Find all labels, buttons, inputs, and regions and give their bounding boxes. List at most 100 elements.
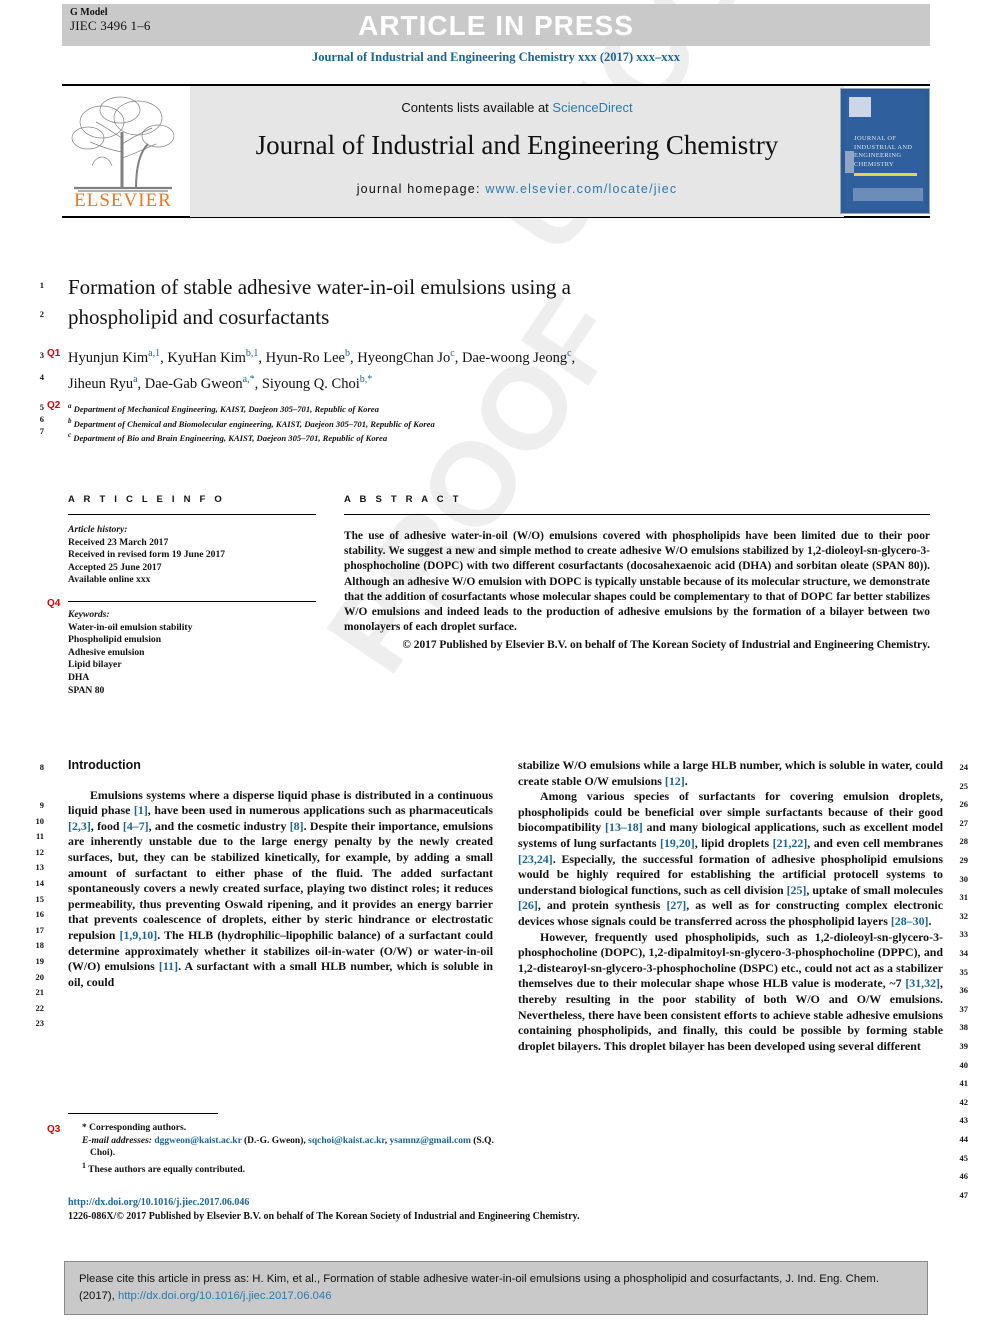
homepage-prefix: journal homepage: xyxy=(356,182,486,196)
sciencedirect-link[interactable]: ScienceDirect xyxy=(552,100,632,115)
paragraph: stabilize W/O emulsions while a large HL… xyxy=(518,758,943,788)
abstract-section: A B S T R A C T The use of adhesive wate… xyxy=(344,494,930,654)
affiliation-c: c Department of Bio and Brain Engineerin… xyxy=(68,431,388,444)
cite-this-article-box: Please cite this article in press as: H.… xyxy=(64,1261,928,1315)
article-page: UNCORRECTED PROOF ARTICLE IN PRESS G Mod… xyxy=(0,0,992,1323)
keywords-label: Keywords: xyxy=(68,608,110,620)
abstract-copyright: © 2017 Published by Elsevier B.V. on beh… xyxy=(402,639,930,652)
line-number: 38 xyxy=(959,1022,969,1033)
line-number: 29 xyxy=(959,855,969,865)
corresponding-authors-note: * Corresponding authors. xyxy=(68,1122,496,1135)
line-number: 18 xyxy=(35,940,45,951)
query-tag-q1[interactable]: Q1 xyxy=(47,348,60,359)
line-number: 1 xyxy=(39,280,44,290)
divider xyxy=(344,514,930,515)
line-number: 5 xyxy=(39,402,44,412)
line-number: 46 xyxy=(959,1171,969,1182)
elsevier-tree-icon xyxy=(71,96,175,192)
article-info-heading: A R T I C L E I N F O xyxy=(68,494,225,505)
footnote-divider xyxy=(68,1113,218,1114)
line-number: 14 xyxy=(35,878,45,888)
corresponding-marker: * xyxy=(82,1123,87,1133)
author-line-1: Hyunjun Kima,1, KyuHan Kimb,1, Hyun-Ro L… xyxy=(68,348,576,366)
line-number: 27 xyxy=(959,817,969,828)
keyword-item: SPAN 80 xyxy=(68,684,105,696)
line-number: 39 xyxy=(959,1041,969,1051)
line-number: 43 xyxy=(959,1115,969,1126)
email-label: E-mail addresses: xyxy=(82,1135,152,1146)
line-number: 42 xyxy=(959,1096,969,1107)
line-number: 45 xyxy=(959,1152,969,1163)
keywords-list: Keywords: Water-in-oil emulsion stabilit… xyxy=(68,609,316,697)
doi-link[interactable]: http://dx.doi.org/10.1016/j.jiec.2017.06… xyxy=(68,1196,768,1210)
author-list: Hyunjun Kima,1, KyuHan Kimb,1, Hyun-Ro L… xyxy=(68,343,668,395)
abstract-body: The use of adhesive water-in-oil (W/O) e… xyxy=(344,530,930,634)
issn-copyright: 1226-086X/© 2017 Published by Elsevier B… xyxy=(68,1210,580,1222)
line-number: 41 xyxy=(959,1078,969,1089)
equal-contribution-note: 1 These authors are equally contributed. xyxy=(68,1160,496,1177)
body-column-left: Introduction Emulsions systems where a d… xyxy=(68,758,493,990)
line-number: 22 xyxy=(35,1002,45,1013)
elsevier-logo: ELSEVIER xyxy=(62,92,184,214)
line-number: 11 xyxy=(35,831,44,842)
author-line-2: Jiheun Ryua, Dae-Gab Gweona,*, Siyoung Q… xyxy=(68,373,373,392)
line-number: 15 xyxy=(35,893,45,904)
line-number: 7 xyxy=(39,426,44,436)
line-number: 20 xyxy=(35,971,45,982)
history-item: Accepted 25 June 2017 xyxy=(68,561,162,573)
line-number: 30 xyxy=(959,873,969,884)
line-number: 3 xyxy=(39,350,44,360)
line-number: 13 xyxy=(35,862,45,873)
line-number: 23 xyxy=(35,1018,45,1029)
line-number: 31 xyxy=(959,892,969,903)
line-number: 8 xyxy=(39,762,44,772)
cover-society-logo xyxy=(853,188,923,201)
line-number: 33 xyxy=(959,929,969,940)
line-number: 47 xyxy=(959,1189,969,1200)
line-number: 4 xyxy=(39,372,44,382)
article-info-section: A R T I C L E I N F O Article history: R… xyxy=(68,494,316,697)
query-tag-q3[interactable]: Q3 xyxy=(47,1124,60,1135)
line-number: 16 xyxy=(35,909,45,920)
line-number: 21 xyxy=(35,987,45,998)
query-tag-q2[interactable]: Q2 xyxy=(47,400,60,411)
contents-lists-line: Contents lists available at ScienceDirec… xyxy=(190,100,844,115)
contents-prefix: Contents lists available at xyxy=(401,100,553,115)
homepage-link[interactable]: www.elsevier.com/locate/jiec xyxy=(485,182,677,196)
line-number: 34 xyxy=(959,948,969,958)
paragraph: Emulsions systems where a disperse liqui… xyxy=(68,787,493,989)
line-number: 25 xyxy=(959,780,969,791)
journal-cover-thumbnail: JOURNAL OF INDUSTRIAL AND ENGINEERING CH… xyxy=(840,88,930,214)
status-banner: ARTICLE IN PRESS xyxy=(358,10,634,41)
history-item: Available online xxx xyxy=(68,574,151,586)
journal-masthead: Contents lists available at ScienceDirec… xyxy=(62,84,930,218)
history-label: Article history: xyxy=(68,524,128,535)
cite-doi-link[interactable]: http://dx.doi.org/10.1016/j.jiec.2017.06… xyxy=(118,1290,332,1302)
keyword-item: Water-in-oil emulsion stability xyxy=(68,621,193,633)
line-number: 37 xyxy=(959,1003,969,1014)
article-in-press-band: ARTICLE IN PRESS xyxy=(62,4,930,46)
keyword-item: Adhesive emulsion xyxy=(68,646,145,658)
line-number: 9 xyxy=(39,800,44,810)
abstract-heading: A B S T R A C T xyxy=(344,494,462,505)
footnotes: * Corresponding authors. E-mail addresse… xyxy=(68,1122,496,1177)
cover-badge-icon xyxy=(849,97,871,117)
line-number: 10 xyxy=(35,815,45,826)
g-model-id: JIEC 3496 1–6 xyxy=(70,18,151,33)
journal-homepage-line: journal homepage: www.elsevier.com/locat… xyxy=(190,182,844,196)
history-item: Received in revised form 19 June 2017 xyxy=(68,549,226,561)
line-number: 40 xyxy=(959,1059,969,1070)
line-number: 6 xyxy=(39,414,44,424)
email-note: E-mail addresses: dggweon@kaist.ac.kr (D… xyxy=(68,1135,496,1160)
page-title: Formation of stable adhesive water-in-oi… xyxy=(68,275,571,329)
paragraph: Among various species of surfactants for… xyxy=(518,789,944,928)
body-column-right: stabilize W/O emulsions while a large HL… xyxy=(518,758,943,1054)
divider xyxy=(68,600,316,602)
history-item: Received 23 March 2017 xyxy=(68,536,169,548)
cover-title: JOURNAL OF INDUSTRIAL AND ENGINEERING CH… xyxy=(854,135,913,168)
cover-accent-rule xyxy=(854,173,917,176)
line-number: 24 xyxy=(959,762,969,772)
corresponding-text: Corresponding authors. xyxy=(89,1123,187,1133)
line-number: 19 xyxy=(35,956,45,966)
query-tag-q4[interactable]: Q4 xyxy=(47,598,60,609)
